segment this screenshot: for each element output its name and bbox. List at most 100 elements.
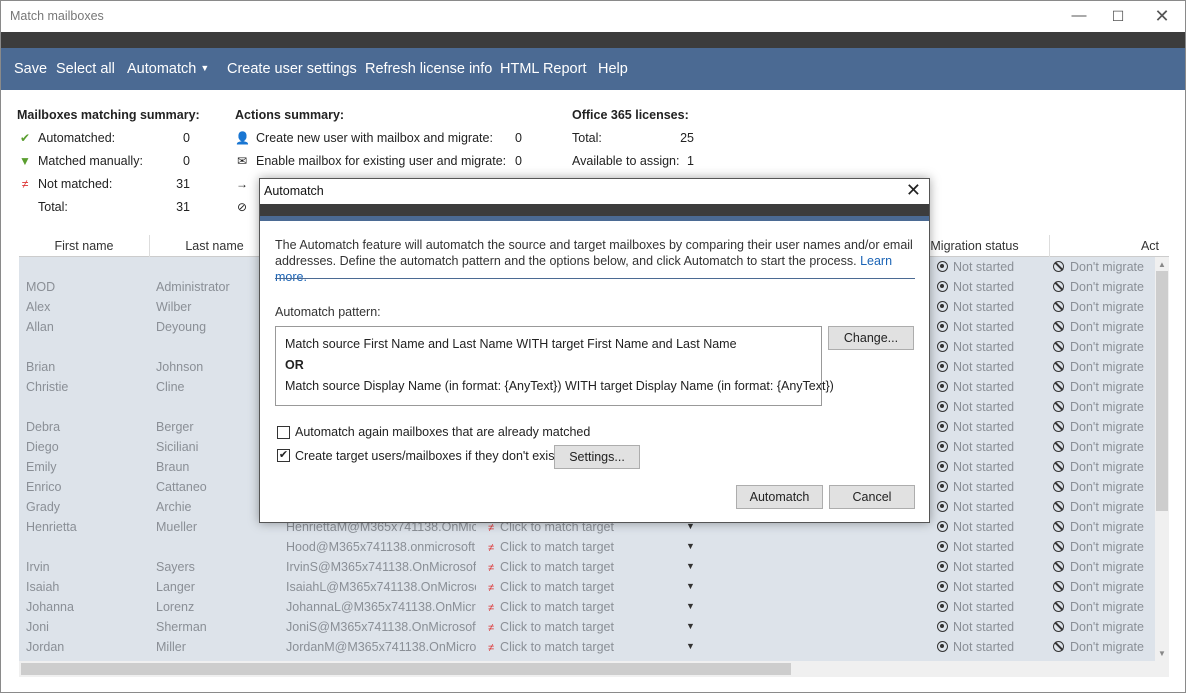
cell-action[interactable]: Don't migrate — [1053, 297, 1165, 317]
action-label: Don't migrate — [1070, 480, 1144, 494]
menu-create-user-settings[interactable]: Create user settings — [227, 61, 357, 77]
status-icon — [937, 481, 948, 492]
cell-first-name — [26, 257, 146, 277]
menu-select-all[interactable]: Select all — [56, 61, 115, 77]
cell-migration-status: Not started — [937, 457, 1047, 477]
cell-action[interactable]: Don't migrate — [1053, 617, 1165, 637]
cell-match-target[interactable]: ≠ Click to match target — [488, 617, 688, 637]
vertical-scroll-thumb[interactable] — [1156, 271, 1168, 511]
scroll-down-icon[interactable]: ▼ — [1158, 649, 1166, 658]
cell-match-target[interactable]: ≠ Click to match target — [488, 577, 688, 597]
status-label: Not started — [953, 400, 1015, 414]
automatched-value: 0 — [183, 131, 190, 145]
cell-match-target[interactable]: ≠ Click to match target — [488, 597, 688, 617]
menu-bar: Save Select all Automatch ▼ Create user … — [1, 48, 1185, 90]
menu-save[interactable]: Save — [14, 61, 47, 77]
status-label: Not started — [953, 500, 1015, 514]
cell-action[interactable]: Don't migrate — [1053, 597, 1165, 617]
close-icon[interactable]: ✕ — [906, 180, 921, 201]
cell-action[interactable]: Don't migrate — [1053, 537, 1165, 557]
action-label: Don't migrate — [1070, 520, 1144, 534]
status-icon — [937, 281, 948, 292]
chevron-down-icon[interactable]: ▼ — [686, 561, 695, 571]
not-matched-icon: ≠ — [488, 522, 495, 534]
actions-summary-title: Actions summary: — [235, 108, 345, 122]
column-action[interactable]: Act — [1050, 235, 1169, 257]
cell-action[interactable]: Don't migrate — [1053, 557, 1165, 577]
scroll-up-icon[interactable]: ▲ — [1158, 260, 1166, 269]
cell-action[interactable]: Don't migrate — [1053, 317, 1165, 337]
menu-html-report[interactable]: HTML Report — [500, 61, 586, 77]
create-target-checkbox[interactable]: ✔ — [277, 449, 290, 462]
cell-action[interactable]: Don't migrate — [1053, 337, 1165, 357]
cell-first-name: Christie — [26, 380, 69, 394]
automatch-button[interactable]: Automatch — [736, 485, 823, 509]
cell-action[interactable]: Don't migrate — [1053, 477, 1165, 497]
chevron-down-icon[interactable]: ▼ — [686, 541, 695, 551]
main-window: Match mailboxes — ☐ ✕ Save Select all Au… — [0, 0, 1186, 693]
cell-first-name: Isaiah — [26, 580, 60, 594]
cell-action[interactable]: Don't migrate — [1053, 517, 1165, 537]
action-label: Don't migrate — [1070, 320, 1144, 334]
chevron-down-icon[interactable]: ▼ — [686, 621, 695, 631]
cell-action[interactable]: Don't migrate — [1053, 437, 1165, 457]
cancel-button[interactable]: Cancel — [829, 485, 915, 509]
cell-action[interactable]: Don't migrate — [1053, 497, 1165, 517]
not-matched-label: Not matched: — [38, 177, 113, 191]
cell-action[interactable]: Don't migrate — [1053, 397, 1165, 417]
minimize-icon[interactable]: — — [1059, 5, 1099, 27]
chevron-down-icon[interactable]: ▼ — [686, 641, 695, 651]
maximize-icon[interactable]: ☐ — [1098, 5, 1138, 27]
action-label: Don't migrate — [1070, 420, 1144, 434]
no-entry-icon — [1053, 581, 1064, 592]
automatch-again-checkbox[interactable] — [277, 426, 290, 439]
horizontal-scroll-thumb[interactable] — [21, 663, 791, 675]
cell-action[interactable]: Don't migrate — [1053, 357, 1165, 377]
action-label: Don't migrate — [1070, 640, 1144, 654]
cell-action[interactable]: Don't migrate — [1053, 457, 1165, 477]
settings-button[interactable]: Settings... — [554, 445, 640, 469]
cell-action[interactable]: Don't migrate — [1053, 277, 1165, 297]
cell-last-name: Administrator — [156, 280, 230, 294]
action-label: Don't migrate — [1070, 600, 1144, 614]
cell-last-name: Miller — [156, 640, 186, 654]
no-entry-icon — [1053, 521, 1064, 532]
no-entry-icon — [1053, 421, 1064, 432]
cell-first-name: Grady — [26, 500, 61, 514]
not-matched-value: 31 — [176, 177, 190, 191]
change-button[interactable]: Change... — [828, 326, 914, 350]
action-label: Don't migrate — [1070, 380, 1144, 394]
column-first-name[interactable]: First name — [19, 235, 150, 257]
cell-action[interactable]: Don't migrate — [1053, 257, 1165, 277]
cell-match-target[interactable]: ≠ Click to match target — [488, 637, 688, 657]
cell-action[interactable]: Don't migrate — [1053, 637, 1165, 657]
cell-match-target[interactable]: ≠ Click to match target — [488, 537, 688, 557]
menu-help[interactable]: Help — [598, 61, 628, 77]
no-entry-icon — [1053, 281, 1064, 292]
chevron-down-icon[interactable]: ▼ — [686, 601, 695, 611]
cell-action[interactable]: Don't migrate — [1053, 417, 1165, 437]
menu-automatch-label: Automatch — [127, 61, 197, 77]
cell-action[interactable]: Don't migrate — [1053, 377, 1165, 397]
cell-migration-status: Not started — [937, 417, 1047, 437]
cell-last-name: Mueller — [156, 520, 197, 534]
status-label: Not started — [953, 380, 1015, 394]
close-icon[interactable]: ✕ — [1142, 5, 1182, 27]
cell-last-name: Braun — [156, 460, 190, 474]
no-entry-icon — [1053, 481, 1064, 492]
status-icon — [937, 341, 948, 352]
cell-last-name: Cline — [156, 380, 185, 394]
cell-migration-status: Not started — [937, 637, 1047, 657]
cell-action[interactable]: Don't migrate — [1053, 577, 1165, 597]
status-label: Not started — [953, 580, 1015, 594]
status-label: Not started — [953, 260, 1015, 274]
menu-automatch[interactable]: Automatch ▼ — [127, 61, 209, 77]
menu-refresh-license[interactable]: Refresh license info — [365, 61, 492, 77]
status-icon — [937, 441, 948, 452]
cell-last-name: Deyoung — [156, 320, 207, 334]
licenses-available-value: 1 — [687, 154, 694, 168]
cell-email: Hood@M365x741138.onmicrosoft.c — [286, 540, 476, 554]
chevron-down-icon[interactable]: ▼ — [686, 581, 695, 591]
status-icon — [937, 621, 948, 632]
cell-match-target[interactable]: ≠ Click to match target — [488, 557, 688, 577]
